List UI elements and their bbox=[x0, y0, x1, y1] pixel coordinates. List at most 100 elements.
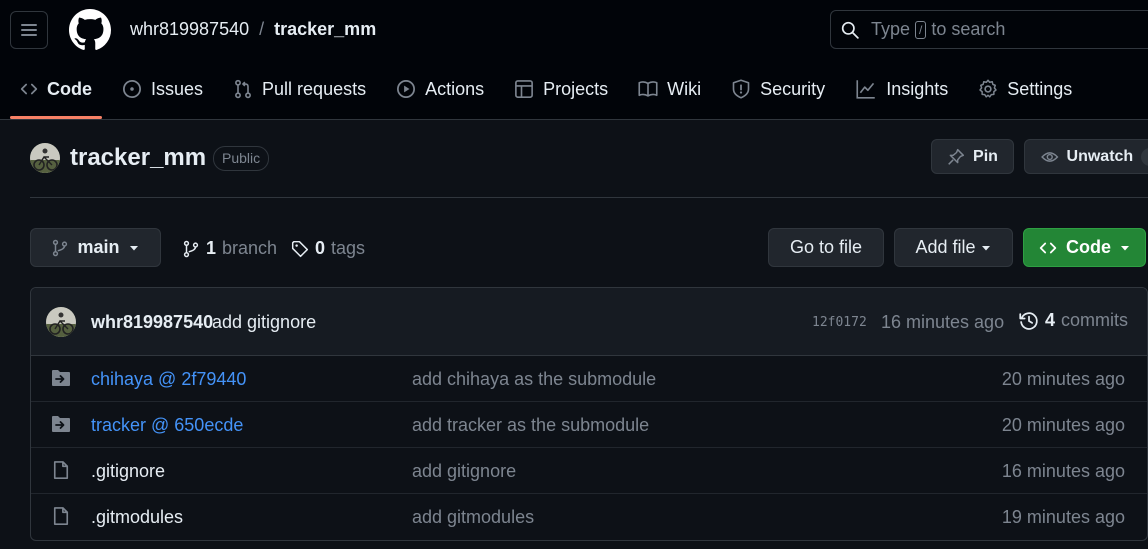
pull-request-icon bbox=[235, 79, 251, 99]
add-file-label: Add file bbox=[915, 237, 976, 257]
file-commit-time: 20 minutes ago bbox=[1001, 415, 1125, 435]
commit-time: 16 minutes ago bbox=[881, 312, 1005, 332]
chevron-down-icon bbox=[129, 245, 138, 250]
tag-icon bbox=[291, 240, 309, 257]
git-branch-icon bbox=[53, 239, 68, 256]
tags-link[interactable]: 0 tags bbox=[291, 238, 365, 259]
tag-count: 0 bbox=[315, 238, 326, 258]
tab-pull-requests[interactable]: Pull requests bbox=[223, 66, 376, 112]
tab-wiki[interactable]: Wiki bbox=[628, 66, 711, 112]
tab-insights[interactable]: Insights bbox=[845, 66, 958, 112]
owner-avatar[interactable] bbox=[30, 143, 60, 173]
file-name-link[interactable]: chihaya @ 2f79440 bbox=[91, 369, 246, 390]
go-to-file-label: Go to file bbox=[789, 237, 863, 257]
pin-icon bbox=[948, 148, 965, 165]
search-icon bbox=[841, 21, 859, 39]
watch-count-badge: 1 bbox=[1141, 147, 1148, 166]
file-commit-time: 19 minutes ago bbox=[1001, 507, 1125, 527]
tab-settings-label: Settings bbox=[1007, 78, 1073, 99]
file-row[interactable]: tracker @ 650ecde add tracker as the sub… bbox=[31, 402, 1147, 448]
chevron-down-icon bbox=[981, 245, 990, 250]
branch-count-label: branch bbox=[222, 238, 278, 258]
chevron-down-icon bbox=[1121, 245, 1129, 250]
tab-code[interactable]: Code bbox=[10, 66, 102, 112]
unwatch-button[interactable]: Unwatch 1 bbox=[1024, 139, 1148, 174]
avatar-image bbox=[46, 307, 76, 337]
active-tab-indicator bbox=[10, 116, 102, 119]
history-icon bbox=[1019, 311, 1038, 330]
file-name-link[interactable]: .gitmodules bbox=[91, 507, 183, 528]
file-commit-time: 20 minutes ago bbox=[1001, 369, 1125, 389]
commit-author-avatar[interactable] bbox=[46, 307, 76, 337]
latest-commit-bar: whr819987540 add gitignore 12f0172 16 mi… bbox=[31, 288, 1147, 356]
tab-security[interactable]: Security bbox=[721, 66, 835, 112]
github-logo-icon[interactable] bbox=[69, 9, 111, 51]
gear-icon bbox=[979, 79, 997, 98]
breadcrumb-owner-link[interactable]: whr819987540 bbox=[130, 19, 249, 40]
commit-count: 4 bbox=[1045, 310, 1056, 330]
tab-pull-requests-label: Pull requests bbox=[262, 78, 367, 99]
add-file-button[interactable]: Add file bbox=[894, 228, 1013, 267]
eye-icon bbox=[1041, 151, 1059, 162]
code-icon bbox=[1039, 242, 1057, 253]
tab-wiki-label: Wiki bbox=[667, 78, 702, 99]
file-name-link[interactable]: tracker @ 650ecde bbox=[91, 415, 243, 436]
go-to-file-button[interactable]: Go to file bbox=[768, 228, 884, 267]
tab-projects[interactable]: Projects bbox=[504, 66, 618, 112]
tab-projects-label: Projects bbox=[543, 78, 609, 99]
visibility-badge: Public bbox=[213, 146, 270, 171]
code-dropdown-button[interactable]: Code bbox=[1023, 228, 1146, 267]
commit-sha-link[interactable]: 12f0172 bbox=[812, 315, 867, 330]
tab-code-label: Code bbox=[47, 78, 92, 99]
search-shortcut-key: / bbox=[915, 20, 927, 39]
repo-title[interactable]: tracker_mm bbox=[70, 144, 206, 172]
pin-label: Pin bbox=[973, 147, 998, 165]
file-icon bbox=[53, 507, 69, 525]
file-commit-message[interactable]: add tracker as the submodule bbox=[412, 415, 649, 436]
avatar-image bbox=[30, 143, 60, 173]
commit-author-link[interactable]: whr819987540 bbox=[91, 312, 213, 333]
play-icon bbox=[397, 80, 416, 98]
tab-issues-label: Issues bbox=[151, 78, 204, 99]
branch-count: 1 bbox=[206, 238, 217, 258]
file-commit-message[interactable]: add gitignore bbox=[412, 461, 516, 482]
shield-icon bbox=[732, 79, 750, 99]
file-list-box: whr819987540 add gitignore 12f0172 16 mi… bbox=[30, 287, 1148, 541]
file-icon bbox=[53, 461, 69, 479]
commit-count-label: commits bbox=[1061, 310, 1129, 330]
file-commit-message[interactable]: add gitmodules bbox=[412, 507, 534, 528]
branch-selector-button[interactable]: main bbox=[30, 228, 161, 267]
file-commit-message[interactable]: add chihaya as the submodule bbox=[412, 369, 656, 390]
code-icon bbox=[20, 83, 38, 95]
search-placeholder-suffix: to search bbox=[931, 19, 1006, 39]
unwatch-label: Unwatch bbox=[1066, 147, 1134, 165]
table-icon bbox=[515, 80, 534, 98]
file-row[interactable]: .gitignore add gitignore 16 minutes ago bbox=[31, 448, 1147, 494]
hamburger-menu-button[interactable] bbox=[10, 11, 48, 49]
issue-icon bbox=[123, 80, 141, 98]
search-input[interactable]: Type / to search bbox=[830, 10, 1148, 49]
git-branch-icon bbox=[183, 240, 199, 257]
tab-actions[interactable]: Actions bbox=[386, 66, 494, 112]
commit-message-link[interactable]: add gitignore bbox=[212, 312, 316, 333]
branches-link[interactable]: 1 branch bbox=[182, 238, 277, 259]
branch-name: main bbox=[77, 237, 120, 257]
breadcrumb-separator: / bbox=[259, 19, 265, 39]
graph-icon bbox=[856, 80, 875, 99]
breadcrumb: whr819987540 / tracker_mm bbox=[130, 19, 376, 40]
tab-security-label: Security bbox=[760, 78, 826, 99]
breadcrumb-repo-link[interactable]: tracker_mm bbox=[274, 19, 376, 40]
submodule-folder-icon bbox=[52, 416, 70, 432]
file-row[interactable]: .gitmodules add gitmodules 19 minutes ag… bbox=[31, 494, 1147, 540]
file-name-link[interactable]: .gitignore bbox=[91, 461, 165, 482]
file-row[interactable]: chihaya @ 2f79440 add chihaya as the sub… bbox=[31, 356, 1147, 402]
tab-settings[interactable]: Settings bbox=[968, 66, 1082, 112]
commits-history-link[interactable]: 4 commits bbox=[1019, 310, 1128, 331]
tag-count-label: tags bbox=[331, 238, 366, 258]
code-button-label: Code bbox=[1066, 237, 1111, 257]
pin-button[interactable]: Pin bbox=[931, 139, 1014, 174]
tab-issues[interactable]: Issues bbox=[112, 66, 213, 112]
menu-icon bbox=[21, 24, 37, 36]
submodule-folder-icon bbox=[52, 370, 70, 386]
book-icon bbox=[638, 81, 658, 97]
